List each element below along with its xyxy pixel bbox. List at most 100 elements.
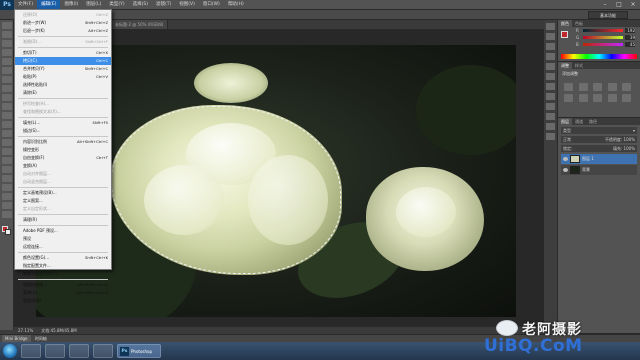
edit-menu-item[interactable]: 自动混合图层... <box>15 178 111 186</box>
tab-timeline[interactable]: 时间轴 <box>31 335 50 342</box>
adjustment-icon[interactable] <box>578 83 588 91</box>
edit-menu-item[interactable]: 预设 <box>15 235 111 243</box>
panel-shortcut-icon[interactable] <box>546 23 555 30</box>
document-tab[interactable]: 未标题-2 @ 50% (RGB/8) <box>111 20 169 29</box>
adjustment-icon[interactable] <box>564 94 573 102</box>
tool-icon[interactable] <box>2 193 12 200</box>
edit-menu-item[interactable]: 颜色设置(G)... Shift+Ctrl+K <box>15 254 111 262</box>
visibility-eye-icon[interactable] <box>563 168 568 172</box>
tool-icon[interactable] <box>2 103 12 110</box>
edit-menu-item[interactable]: 描边(S)... <box>15 127 111 135</box>
tab-layers[interactable]: 图层 <box>558 118 572 125</box>
layer-row[interactable]: 图层 1 <box>561 154 637 164</box>
tool-icon[interactable] <box>2 139 12 146</box>
workspace-switcher[interactable]: 基本功能 <box>588 11 628 19</box>
layer-row[interactable]: 背景 <box>561 165 637 175</box>
tool-icon[interactable] <box>2 130 12 137</box>
edit-menu-item[interactable]: 变换(A) <box>15 162 111 170</box>
blend-mode-select[interactable]: 正常 不透明度: 100% <box>561 136 637 143</box>
adjustment-icon[interactable] <box>564 83 573 91</box>
edit-menu-item[interactable]: 填充(L)... Shift+F5 <box>15 119 111 127</box>
tool-icon[interactable] <box>2 49 12 56</box>
tool-icon[interactable] <box>2 112 12 119</box>
edit-menu-item[interactable]: 远程连接... <box>15 243 111 251</box>
adjustment-icon[interactable] <box>622 94 632 102</box>
panel-shortcut-icon[interactable] <box>546 43 555 50</box>
panel-shortcut-icon[interactable] <box>546 73 555 80</box>
panel-shortcut-icon[interactable] <box>546 113 555 120</box>
slider-b[interactable]: B 45 <box>558 41 640 48</box>
tab-styles[interactable]: 样式 <box>572 62 586 69</box>
panel-shortcut-icon[interactable] <box>546 63 555 70</box>
edit-menu-item[interactable]: 查找和替换文本(X)... <box>15 108 111 116</box>
panel-shortcut-icon[interactable] <box>546 83 555 90</box>
menu-item[interactable]: 帮助(H) <box>224 0 248 10</box>
edit-menu-item[interactable]: 拷贝(C) Ctrl+C <box>15 57 111 65</box>
edit-menu-item[interactable]: 选择性粘贴(I) <box>15 81 111 89</box>
zoom-level[interactable]: 27.11% <box>18 327 33 334</box>
taskbar-app-icon[interactable] <box>93 344 113 358</box>
color-fg-swatch[interactable] <box>561 31 568 38</box>
edit-menu-item[interactable]: 转换为配置文件(V)... <box>15 270 111 278</box>
tool-icon[interactable] <box>2 58 12 65</box>
tool-icon[interactable] <box>2 31 12 38</box>
taskbar-photoshop-button[interactable]: Ps Photoshop <box>117 344 161 358</box>
tool-icon[interactable] <box>2 67 12 74</box>
tab-color[interactable]: 颜色 <box>558 20 572 27</box>
edit-menu-item[interactable]: 还原(O) Ctrl+Z <box>15 11 111 19</box>
edit-menu-item[interactable]: 首选项(N) <box>15 297 111 305</box>
tool-icon[interactable] <box>2 94 12 101</box>
menu-item[interactable]: 选择(S) <box>129 0 152 10</box>
tab-paths[interactable]: 路径 <box>586 118 600 125</box>
taskbar-media-icon[interactable] <box>69 344 89 358</box>
panel-shortcut-icon[interactable] <box>546 103 555 110</box>
opacity-field[interactable]: 不透明度: 100% <box>605 136 635 143</box>
edit-menu-item[interactable]: Adobe PDF 预设... <box>15 227 111 235</box>
edit-menu-item[interactable]: 合并拷贝(Y) Shift+Ctrl+C <box>15 65 111 73</box>
layer-kind-filter[interactable]: 类型 ▾ <box>561 127 637 134</box>
edit-menu-item[interactable]: 内容识别比例 Alt+Shift+Ctrl+C <box>15 138 111 146</box>
adjustment-icon[interactable] <box>593 94 603 102</box>
panel-shortcut-icon[interactable] <box>546 123 555 130</box>
edit-menu-item[interactable]: 指定配置文件... <box>15 262 111 270</box>
edit-menu-item[interactable]: 定义自定形状... <box>15 205 111 213</box>
edit-menu-item[interactable]: 粘贴(P) Ctrl+V <box>15 73 111 81</box>
tool-icon[interactable] <box>2 40 12 47</box>
edit-menu-item[interactable]: 定义图案... <box>15 197 111 205</box>
menu-item[interactable]: 视图(V) <box>175 0 199 10</box>
tool-icon[interactable] <box>2 157 12 164</box>
edit-menu-item[interactable]: 定义画笔预设(B)... <box>15 189 111 197</box>
edit-menu-item[interactable]: 剪切(T) Ctrl+X <box>15 49 111 57</box>
adjustment-icon[interactable] <box>607 94 617 102</box>
edit-menu-item[interactable]: 前进一步(W) Shift+Ctrl+Z <box>15 19 111 27</box>
color-spectrum[interactable] <box>561 54 637 59</box>
minimize-icon[interactable]: – <box>598 1 612 8</box>
tab-swatches[interactable]: 色板 <box>572 20 586 27</box>
tool-icon[interactable] <box>2 175 12 182</box>
tool-icon[interactable] <box>2 121 12 128</box>
background-color-swatch[interactable] <box>5 229 11 235</box>
tab-adjustments[interactable]: 调整 <box>558 62 572 69</box>
edit-menu-item[interactable]: 菜单(U)... Alt+Shift+Ctrl+M <box>15 289 111 297</box>
tool-icon[interactable] <box>2 76 12 83</box>
menu-item[interactable]: 窗口(W) <box>199 0 224 10</box>
edit-menu-item[interactable]: 操控变形 <box>15 146 111 154</box>
taskbar-ie-icon[interactable] <box>21 344 41 358</box>
edit-menu-item[interactable]: 拼写检查(H)... <box>15 100 111 108</box>
close-icon[interactable]: × <box>626 1 640 8</box>
edit-menu-item[interactable]: 键盘快捷键... Alt+Shift+Ctrl+K <box>15 281 111 289</box>
panel-shortcut-icon[interactable] <box>546 33 555 40</box>
tab-channels[interactable]: 通道 <box>572 118 586 125</box>
tool-icon[interactable] <box>2 184 12 191</box>
adjustment-icon[interactable] <box>607 83 617 91</box>
edit-menu-item[interactable]: 自动对齐图层... <box>15 170 111 178</box>
panel-shortcut-icon[interactable] <box>546 53 555 60</box>
adjustment-icon[interactable] <box>593 83 603 91</box>
tool-icon[interactable] <box>2 202 12 209</box>
edit-menu-item[interactable]: 渐隐(D)... Shift+Ctrl+F <box>15 38 111 46</box>
tool-icon[interactable] <box>2 166 12 173</box>
tab-mini-bridge[interactable]: Mini Bridge <box>2 335 31 342</box>
menu-item[interactable]: 滤镜(T) <box>152 0 175 10</box>
panel-shortcut-icon[interactable] <box>546 93 555 100</box>
edit-menu-item[interactable]: 自由变换(F) Ctrl+T <box>15 154 111 162</box>
